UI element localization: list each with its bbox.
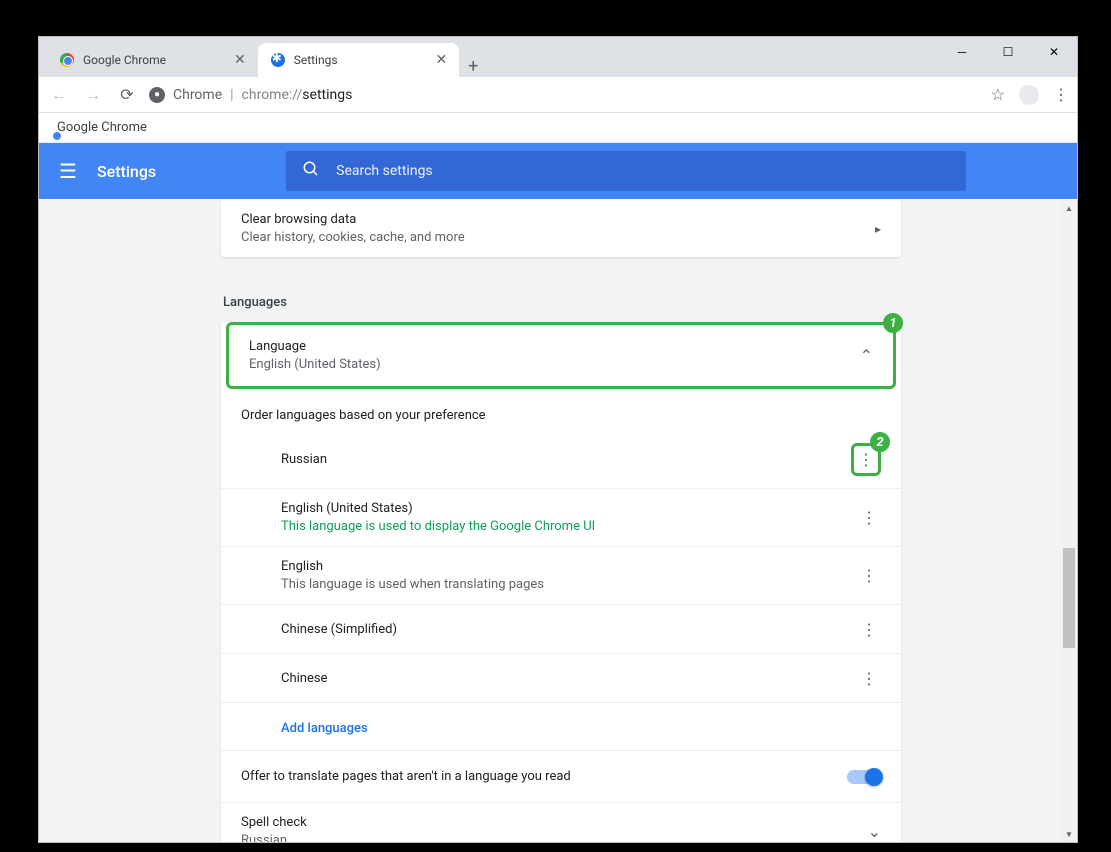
reload-button[interactable]: ⟳ — [115, 83, 139, 107]
omnibox[interactable]: ● Chrome | chrome://settings — [149, 87, 981, 103]
languages-order-hint: Order languages based on your preference — [221, 394, 901, 431]
search-settings-input[interactable]: Search settings — [286, 151, 966, 191]
menu-icon[interactable]: ☰ — [59, 159, 77, 183]
site-info-icon[interactable]: ● — [149, 87, 165, 103]
toolbar-right: ☆ ⋮ — [991, 85, 1069, 105]
close-tab-icon[interactable]: ✕ — [436, 52, 448, 68]
language-name: Chinese — [281, 671, 327, 686]
new-tab-button[interactable]: + — [459, 56, 487, 77]
minimize-button[interactable]: ─ — [939, 37, 985, 67]
callout-badge-2: 2 — [870, 432, 890, 452]
scroll-down-arrow[interactable]: ▼ — [1061, 826, 1077, 842]
scrollbar[interactable]: ▲ ▼ — [1061, 200, 1077, 842]
clear-browsing-data-row[interactable]: Clear browsing data Clear history, cooki… — [221, 200, 901, 257]
tab-title: Google Chrome — [83, 53, 166, 67]
chevron-down-icon: ⌄ — [868, 822, 881, 841]
page-title: Settings — [97, 162, 156, 181]
language-note: This language is used to display the Goo… — [281, 519, 595, 534]
browser-window: Google Chrome ✕ Settings ✕ + ─ ☐ ✕ ← → ⟳… — [38, 36, 1078, 843]
bookmark-star-icon[interactable]: ☆ — [991, 85, 1005, 104]
tab-settings[interactable]: Settings ✕ — [258, 43, 460, 77]
tab-strip: Google Chrome ✕ Settings ✕ + — [39, 37, 487, 77]
language-row-chinese-simplified: Chinese (Simplified) ⋮ — [221, 605, 901, 654]
language-name: English — [281, 559, 544, 574]
row-title: Spell check — [241, 815, 307, 830]
language-expand-row[interactable]: Language English (United States) ⌃ 1 — [226, 322, 896, 389]
language-options-button[interactable]: ⋮ 2 — [851, 443, 881, 476]
language-row-english: English This language is used when trans… — [221, 547, 901, 605]
spell-check-row[interactable]: Spell check Russian ⌄ — [221, 802, 901, 842]
tab-google-chrome[interactable]: Google Chrome ✕ — [47, 43, 258, 77]
section-heading-languages: Languages — [223, 295, 901, 310]
chevron-up-icon: ⌃ — [860, 346, 873, 365]
chrome-icon — [59, 52, 75, 68]
menu-icon[interactable]: ⋮ — [1053, 85, 1069, 104]
translate-toggle[interactable] — [847, 770, 881, 784]
settings-header: ☰ Settings Search settings — [39, 143, 1077, 199]
language-row-russian: Russian ⋮ 2 — [221, 431, 901, 489]
language-options-button[interactable]: ⋮ — [857, 666, 881, 690]
address-bar: ← → ⟳ ● Chrome | chrome://settings ☆ ⋮ — [39, 77, 1077, 113]
row-label: Offer to translate pages that aren't in … — [241, 769, 571, 784]
languages-card: Language English (United States) ⌃ 1 Ord… — [221, 322, 901, 842]
language-name: English (United States) — [281, 501, 595, 516]
language-options-button[interactable]: ⋮ — [857, 564, 881, 588]
language-name: Chinese (Simplified) — [281, 622, 397, 637]
language-name: Russian — [281, 452, 327, 467]
row-title: Clear browsing data — [241, 212, 465, 227]
tab-title: Settings — [294, 53, 338, 67]
search-placeholder: Search settings — [336, 163, 433, 179]
bookmark-item[interactable]: Google Chrome — [57, 120, 147, 135]
profile-avatar[interactable] — [1019, 85, 1039, 105]
row-title: Language — [249, 339, 381, 354]
language-row-english-us: English (United States) This language is… — [221, 489, 901, 547]
gear-icon — [270, 52, 286, 68]
language-note: This language is used when translating p… — [281, 577, 544, 592]
settings-content: Clear browsing data Clear history, cooki… — [39, 200, 1077, 842]
maximize-button[interactable]: ☐ — [985, 37, 1031, 67]
search-icon — [302, 160, 320, 182]
scroll-thumb[interactable] — [1063, 548, 1075, 648]
forward-button[interactable]: → — [81, 83, 105, 107]
title-bar: Google Chrome ✕ Settings ✕ + ─ ☐ ✕ — [39, 37, 1077, 77]
url-path: chrome:// — [242, 87, 303, 103]
offer-translate-row: Offer to translate pages that aren't in … — [221, 750, 901, 802]
scroll-up-arrow[interactable]: ▲ — [1061, 200, 1077, 216]
row-subtitle: Clear history, cookies, cache, and more — [241, 230, 465, 245]
language-options-button[interactable]: ⋮ — [857, 617, 881, 641]
close-tab-icon[interactable]: ✕ — [234, 52, 246, 68]
url-page: settings — [302, 87, 352, 103]
url-scheme: Chrome — [173, 87, 222, 103]
row-subtitle: English (United States) — [249, 357, 381, 372]
add-languages-link[interactable]: Add languages — [281, 721, 368, 736]
add-languages-row: Add languages — [221, 703, 901, 750]
chevron-right-icon: ▸ — [875, 222, 881, 236]
callout-badge-1: 1 — [883, 313, 903, 333]
url-divider: | — [230, 87, 233, 103]
row-subtitle: Russian — [241, 833, 307, 842]
window-controls: ─ ☐ ✕ — [939, 37, 1077, 67]
language-options-button[interactable]: ⋮ — [857, 506, 881, 530]
bookmarks-bar: Google Chrome — [39, 113, 1077, 143]
close-button[interactable]: ✕ — [1031, 37, 1077, 67]
back-button[interactable]: ← — [47, 83, 71, 107]
language-row-chinese: Chinese ⋮ — [221, 654, 901, 703]
